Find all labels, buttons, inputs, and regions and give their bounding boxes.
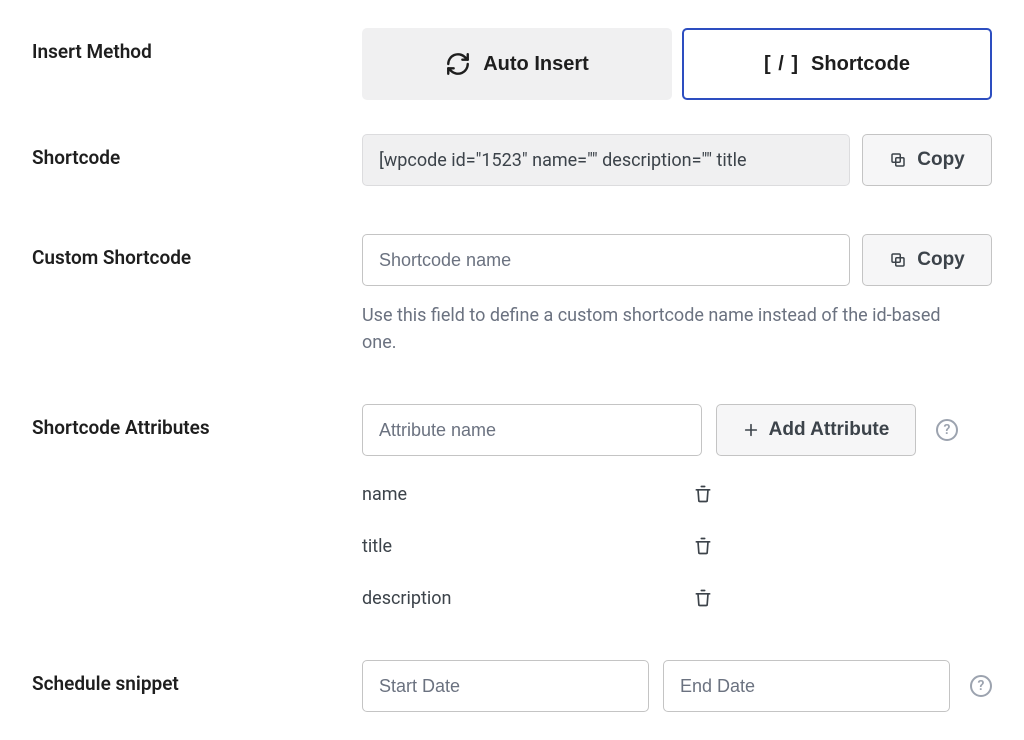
shortcode-toggle-label: Shortcode — [811, 53, 910, 76]
help-icon[interactable]: ? — [970, 675, 992, 697]
copy-shortcode-button[interactable]: Copy — [862, 134, 992, 186]
shortcode-line: [wpcode id="1523" name="" description=""… — [362, 134, 992, 186]
attribute-item-label: name — [362, 484, 407, 505]
attribute-item-label: description — [362, 588, 451, 609]
add-attribute-button[interactable]: Add Attribute — [716, 404, 916, 456]
refresh-icon — [445, 51, 471, 77]
help-icon[interactable]: ? — [936, 419, 958, 441]
copy-shortcode-label: Copy — [917, 149, 965, 171]
custom-shortcode-field: Copy Use this field to define a custom s… — [362, 234, 992, 356]
shortcode-icon: [ / ] — [764, 53, 799, 76]
attribute-item: description — [362, 584, 717, 612]
schedule-row: Schedule snippet ? — [32, 660, 992, 712]
shortcode-row: Shortcode [wpcode id="1523" name="" desc… — [32, 134, 992, 186]
custom-shortcode-line: Copy — [362, 234, 992, 286]
shortcode-toggle-button[interactable]: [ / ] Shortcode — [682, 28, 992, 100]
attributes-field: Add Attribute ? name title — [362, 404, 992, 612]
copy-custom-shortcode-button[interactable]: Copy — [862, 234, 992, 286]
attribute-name-input[interactable] — [362, 404, 702, 456]
end-date-input[interactable] — [663, 660, 950, 712]
insert-method-field: Auto Insert [ / ] Shortcode — [362, 28, 992, 100]
delete-attribute-button[interactable] — [689, 584, 717, 612]
plus-icon — [743, 422, 759, 438]
attributes-label: Shortcode Attributes — [32, 404, 362, 439]
insert-method-toggle: Auto Insert [ / ] Shortcode — [362, 28, 992, 100]
custom-shortcode-label: Custom Shortcode — [32, 234, 362, 269]
trash-icon — [693, 484, 713, 504]
custom-shortcode-row: Custom Shortcode Copy Use this field to … — [32, 234, 992, 356]
shortcode-field: [wpcode id="1523" name="" description=""… — [362, 134, 992, 186]
auto-insert-button[interactable]: Auto Insert — [362, 28, 672, 100]
custom-shortcode-help: Use this field to define a custom shortc… — [362, 302, 962, 356]
trash-icon — [693, 588, 713, 608]
add-attribute-label: Add Attribute — [769, 419, 890, 441]
schedule-label: Schedule snippet — [32, 660, 362, 695]
trash-icon — [693, 536, 713, 556]
delete-attribute-button[interactable] — [689, 532, 717, 560]
schedule-field: ? — [362, 660, 992, 712]
attributes-input-row: Add Attribute ? — [362, 404, 992, 456]
attribute-item: name — [362, 480, 717, 508]
attributes-row: Shortcode Attributes Add Attribute ? nam… — [32, 404, 992, 612]
attribute-item-label: title — [362, 536, 392, 557]
copy-icon — [889, 151, 907, 169]
shortcode-value[interactable]: [wpcode id="1523" name="" description=""… — [362, 134, 850, 186]
attribute-item: title — [362, 532, 717, 560]
shortcode-label: Shortcode — [32, 134, 362, 169]
insert-method-label: Insert Method — [32, 28, 362, 63]
copy-custom-shortcode-label: Copy — [917, 249, 965, 271]
attributes-list: name title description — [362, 480, 992, 612]
auto-insert-label: Auto Insert — [483, 53, 589, 76]
delete-attribute-button[interactable] — [689, 480, 717, 508]
insert-method-row: Insert Method Auto Insert [ / ] Shortcod… — [32, 28, 992, 100]
start-date-input[interactable] — [362, 660, 649, 712]
custom-shortcode-input[interactable] — [362, 234, 850, 286]
copy-icon — [889, 251, 907, 269]
schedule-date-pair: ? — [362, 660, 992, 712]
